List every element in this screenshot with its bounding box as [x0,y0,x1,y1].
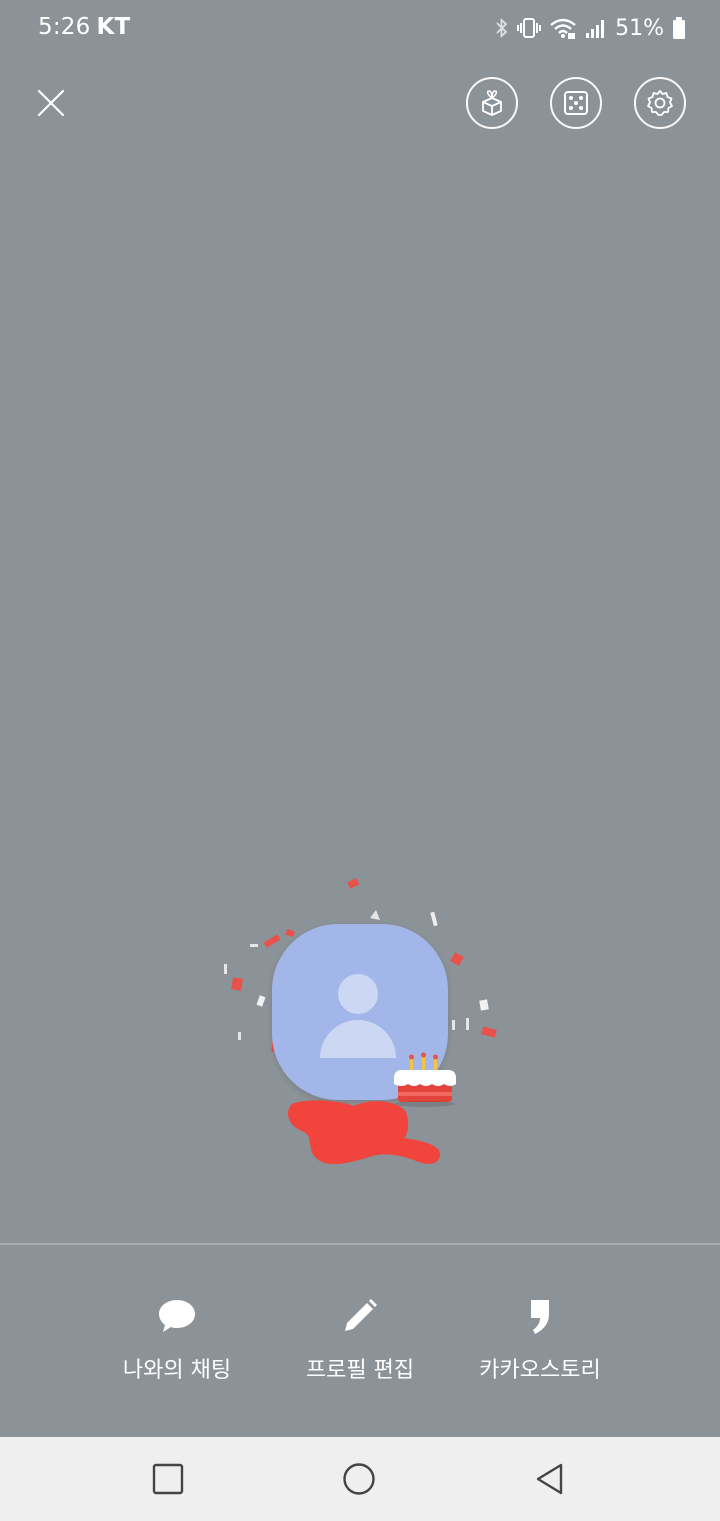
pencil-icon [345,1299,377,1331]
home-icon [343,1463,375,1495]
status-clock: 5:26 [38,14,91,40]
battery-percent: 51% [615,15,664,41]
profile-screen: 5:26 KT 51% 나와의 채팅 프로필 편집 카카오스토리 [0,0,720,1521]
home-button[interactable] [337,1457,381,1501]
kakaostory-button[interactable]: 카카오스토리 [455,1288,625,1384]
status-bar: 5:26 KT 51% [0,0,720,56]
recent-apps-button[interactable] [146,1457,190,1501]
dice-button[interactable] [550,77,602,129]
gear-icon [647,90,673,116]
bottom-actions: 나와의 채팅 프로필 편집 카카오스토리 [0,1288,720,1398]
chat-bubble-icon [159,1300,195,1332]
recent-apps-icon [152,1463,184,1495]
battery-icon [672,16,686,40]
my-chat-label: 나와의 채팅 [122,1358,232,1383]
status-time: 5:26 KT [38,14,130,40]
settings-button[interactable] [634,77,686,129]
gift-button[interactable] [466,77,518,129]
redaction-mark [288,1100,440,1165]
avatar-body [320,1020,396,1058]
wifi-icon [549,16,577,40]
bottom-divider [0,1243,720,1245]
status-carrier: KT [96,14,131,40]
back-button[interactable] [528,1457,572,1501]
top-actions [466,77,686,129]
close-button[interactable] [26,78,76,128]
close-icon [37,89,65,117]
my-chat-button[interactable]: 나와의 채팅 [92,1288,262,1384]
kakaostory-icon [531,1300,549,1334]
edit-profile-label: 프로필 편집 [305,1358,415,1383]
profile-area [210,870,510,1180]
signal-icon [585,17,607,39]
navigation-bar [0,1437,720,1521]
vibrate-icon [517,17,542,39]
kakaostory-label: 카카오스토리 [479,1358,601,1383]
gift-box-icon [482,90,502,116]
bluetooth-icon [495,17,509,39]
status-icons: 51% [495,12,686,44]
back-icon [536,1463,563,1495]
avatar-head [338,974,378,1014]
dice-icon [564,91,588,115]
edit-profile-button[interactable]: 프로필 편집 [275,1288,445,1384]
